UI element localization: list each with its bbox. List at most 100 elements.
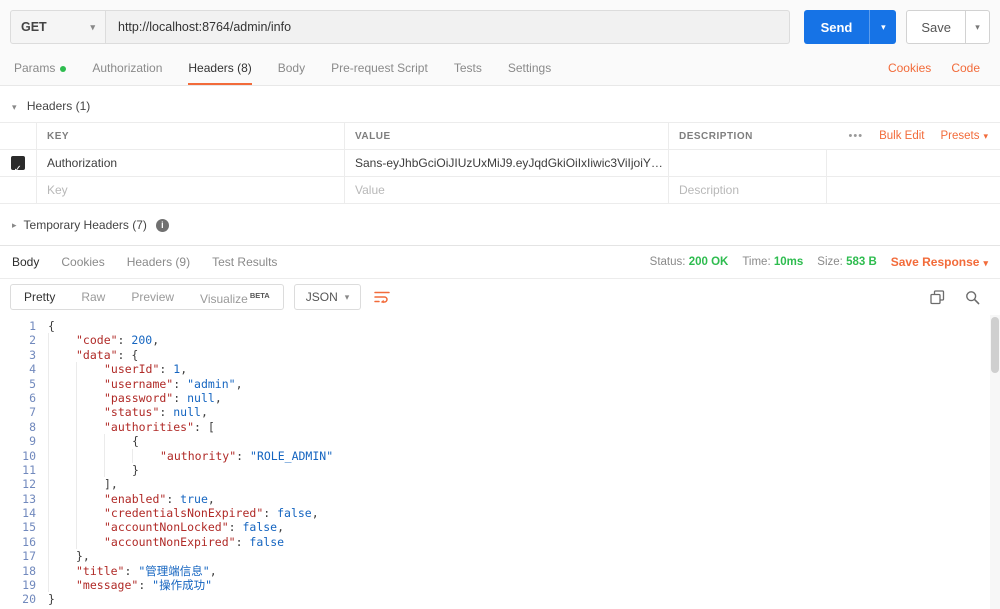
row-checkbox[interactable] xyxy=(11,156,25,176)
view-pretty[interactable]: Pretty xyxy=(11,285,68,309)
presets-dropdown[interactable]: Presets ▾ xyxy=(940,123,988,150)
indent-guide xyxy=(48,578,76,592)
method-select[interactable]: GET ▾ xyxy=(10,10,106,44)
line-number: 3 xyxy=(29,347,36,362)
line-number: 15 xyxy=(22,520,36,535)
line-number: 19 xyxy=(22,578,36,593)
response-tab-headers[interactable]: Headers (9) xyxy=(127,255,190,269)
headers-table: KEY VALUE DESCRIPTION ••• Bulk Edit Pres… xyxy=(0,122,1000,204)
code-line: 15 "accountNonLocked": false, xyxy=(0,520,1000,534)
response-body-editor[interactable]: 1{2 "code": 200, 3 "data": {4 "userId": 1, 5 "… xyxy=(0,315,1000,609)
line-number: 16 xyxy=(22,534,36,549)
indent-guide xyxy=(104,449,132,463)
indent-guide xyxy=(48,405,76,419)
response-meta: Status: 200 OK Time: 10ms Size: 583 B Sa… xyxy=(650,255,988,269)
cookies-link[interactable]: Cookies xyxy=(888,61,931,75)
chevron-down-icon: ▾ xyxy=(344,291,350,302)
row-checkbox-cell xyxy=(0,150,36,176)
header-value-cell[interactable]: Sans-eyJhbGciOiJIUzUxMiJ9.eyJqdGkiOiIxIi… xyxy=(344,150,668,176)
code-content: "accountNonLocked": false, xyxy=(36,520,284,534)
tab-headers-label: Headers (8) xyxy=(188,61,252,75)
send-options-button[interactable]: ▾ xyxy=(869,10,897,44)
code-content: "message": "操作成功" xyxy=(36,578,212,592)
tab-settings[interactable]: Settings xyxy=(508,50,551,85)
header-key-cell[interactable]: Authorization xyxy=(36,150,344,176)
code-line: 11} xyxy=(0,463,1000,477)
tab-headers[interactable]: Headers (8) xyxy=(188,50,252,85)
tab-params[interactable]: Params xyxy=(14,50,67,85)
header-row-new: Key Value Description xyxy=(0,177,1000,204)
format-label: JSON xyxy=(305,290,338,304)
indent-guide xyxy=(104,463,132,477)
line-number: 11 xyxy=(22,462,36,477)
indent-guide xyxy=(76,405,104,419)
vertical-scrollbar[interactable] xyxy=(990,315,1000,609)
status-badge: Status: 200 OK xyxy=(650,256,729,268)
code-content: { xyxy=(48,319,55,333)
new-value-cell[interactable]: Value xyxy=(344,177,668,203)
scrollbar-thumb[interactable] xyxy=(991,317,999,373)
code-content: "userId": 1, xyxy=(36,362,187,376)
view-raw[interactable]: Raw xyxy=(68,285,118,309)
chevron-down-icon: ▾ xyxy=(983,258,988,268)
col-value-header: VALUE xyxy=(344,123,668,150)
indent-guide xyxy=(48,549,76,563)
save-options-button[interactable]: ▾ xyxy=(966,10,990,44)
indent-guide xyxy=(76,506,104,520)
temporary-headers-toggle[interactable]: ▸ Temporary Headers (7) i xyxy=(0,204,1000,245)
code-content: "password": null, xyxy=(36,391,222,405)
url-input[interactable] xyxy=(106,11,789,43)
send-button[interactable]: Send xyxy=(803,10,870,44)
response-tab-cookies[interactable]: Cookies xyxy=(61,255,104,269)
code-link[interactable]: Code xyxy=(951,61,980,75)
col-key-header: KEY xyxy=(36,123,344,150)
code-line: 13 "enabled": true, xyxy=(0,492,1000,506)
wrap-text-button[interactable] xyxy=(371,287,393,307)
tab-tests-label: Tests xyxy=(453,61,482,75)
bulk-edit-link[interactable]: Bulk Edit xyxy=(879,123,924,150)
copy-icon xyxy=(930,289,945,304)
view-visualize[interactable]: Visualize BETA xyxy=(187,284,283,311)
tab-authorization[interactable]: Authorization xyxy=(92,50,162,85)
format-dropdown[interactable]: JSON ▾ xyxy=(293,284,362,310)
headers-section-title: Headers (1) xyxy=(26,99,91,113)
indent-guide xyxy=(76,520,104,534)
code-content: ], xyxy=(36,477,118,491)
code-content: "code": 200, xyxy=(36,333,159,347)
headers-section-toggle[interactable]: ▾ Headers (1) xyxy=(0,86,1000,122)
tab-tests[interactable]: Tests xyxy=(454,50,482,85)
indent-guide xyxy=(48,449,76,463)
indent-guide xyxy=(76,449,104,463)
method-label: GET xyxy=(21,20,47,34)
code-line: 19 "message": "操作成功" xyxy=(0,578,1000,592)
beta-badge: BETA xyxy=(249,290,270,300)
copy-response-button[interactable] xyxy=(928,288,947,307)
tab-prerequest-script[interactable]: Pre-request Script xyxy=(331,50,428,85)
view-mode-segmented-control: Pretty Raw Preview Visualize BETA xyxy=(10,284,284,310)
indent-guide xyxy=(76,477,104,491)
indent-guide xyxy=(76,434,104,448)
tab-body[interactable]: Body xyxy=(278,50,305,85)
line-number: 1 xyxy=(29,319,36,333)
search-response-button[interactable] xyxy=(963,288,982,307)
presets-label: Presets xyxy=(940,130,980,142)
response-tab-test-results[interactable]: Test Results xyxy=(212,255,277,269)
more-columns-icon[interactable]: ••• xyxy=(849,123,864,150)
indent-guide xyxy=(48,506,76,520)
col-description-header: DESCRIPTION xyxy=(668,123,826,150)
save-group: Save ▾ xyxy=(906,10,990,44)
new-key-cell[interactable]: Key xyxy=(36,177,344,203)
new-description-cell[interactable]: Description xyxy=(668,177,826,203)
new-row-actions xyxy=(826,177,1000,203)
indent-guide xyxy=(76,391,104,405)
code-line: 16 "accountNonExpired": false xyxy=(0,535,1000,549)
info-icon[interactable]: i xyxy=(155,218,169,232)
header-description-cell[interactable] xyxy=(668,150,826,176)
view-preview[interactable]: Preview xyxy=(118,285,187,309)
line-number: 13 xyxy=(22,491,36,506)
params-indicator-dot xyxy=(60,65,67,72)
save-button[interactable]: Save xyxy=(906,10,966,44)
response-tab-body[interactable]: Body xyxy=(12,255,39,269)
indent-guide xyxy=(48,420,76,434)
save-response-dropdown[interactable]: Save Response ▾ xyxy=(891,255,988,269)
